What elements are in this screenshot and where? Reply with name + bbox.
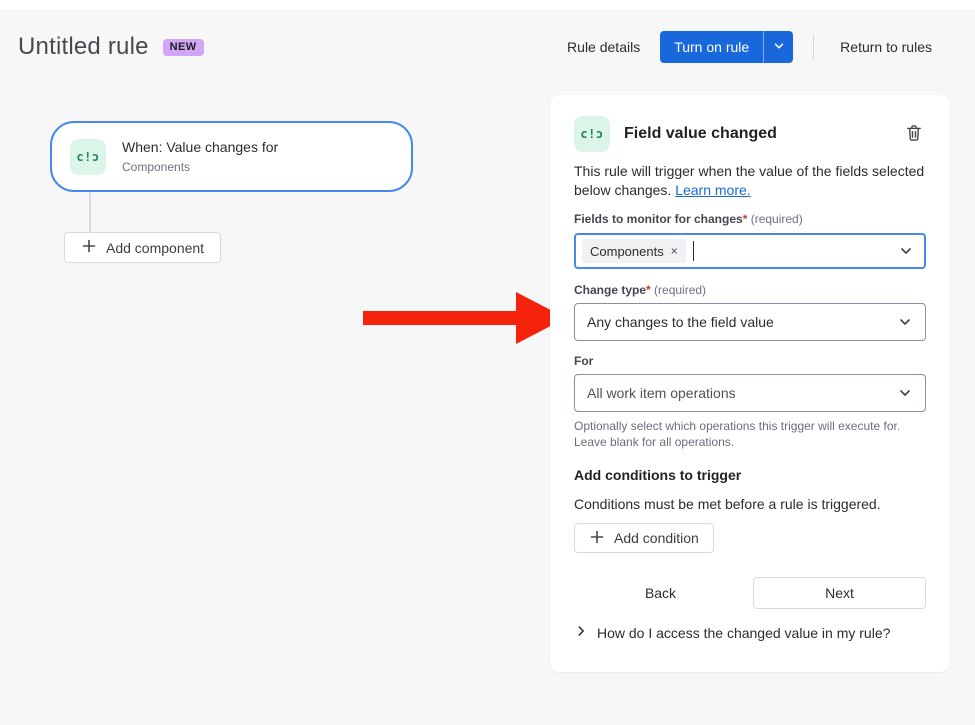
trigger-card-text: When: Value changes for Components: [122, 138, 278, 175]
add-condition-label: Add condition: [614, 530, 699, 546]
back-button[interactable]: Back: [574, 577, 747, 609]
rule-details-button[interactable]: Rule details: [561, 32, 646, 62]
remove-tag-icon[interactable]: ×: [671, 245, 678, 257]
add-condition-button[interactable]: Add condition: [574, 523, 714, 553]
panel-header: c!ɔ Field value changed: [574, 116, 926, 152]
delete-trigger-button[interactable]: [902, 121, 926, 148]
conditions-description: Conditions must be met before a rule is …: [574, 496, 881, 512]
panel-title: Field value changed: [624, 125, 777, 142]
change-type-select[interactable]: Any changes to the field value: [574, 303, 926, 341]
chevron-down-icon: [897, 314, 913, 330]
label-text: Change type: [574, 283, 647, 297]
return-to-rules-button[interactable]: Return to rules: [834, 32, 938, 62]
chevron-down-icon: [772, 39, 786, 56]
turn-on-rule-dropdown-button[interactable]: [763, 31, 794, 63]
fields-to-monitor-label: Fields to monitor for changes* (required…: [574, 212, 926, 227]
label-text: Fields to monitor for changes: [574, 212, 743, 226]
help-line: Optionally select which operations this …: [574, 419, 901, 433]
conditions-title: Add conditions to trigger: [574, 467, 742, 483]
plus-icon: [589, 529, 605, 548]
config-panel: c!ɔ Field value changed This rule will t…: [550, 95, 950, 672]
fields-to-monitor-input[interactable]: Components ×: [574, 233, 926, 269]
label-text: For: [574, 354, 594, 368]
text-cursor: [692, 241, 695, 261]
for-value: All work item operations: [587, 385, 736, 401]
trigger-card[interactable]: c!ɔ When: Value changes for Components: [50, 121, 413, 192]
required-asterisk: *: [742, 212, 748, 226]
chevron-down-icon[interactable]: [898, 243, 914, 259]
page-title: Untitled rule: [18, 33, 149, 60]
trigger-card-title: When: Value changes for: [122, 139, 279, 155]
learn-more-link[interactable]: Learn more.: [675, 182, 750, 198]
faq-label: How do I access the changed value in my …: [597, 624, 891, 641]
field-value-changed-icon: c!ɔ: [70, 138, 106, 175]
new-badge: NEW: [162, 38, 204, 56]
for-label: For: [574, 354, 926, 369]
change-type-value: Any changes to the field value: [587, 314, 774, 330]
for-help-text: Optionally select which operations this …: [574, 418, 926, 450]
icon-glyph: c!ɔ: [76, 149, 100, 164]
add-component-button[interactable]: Add component: [64, 232, 222, 263]
add-component-label: Add component: [106, 239, 205, 256]
panel-description: This rule will trigger when the value of…: [574, 162, 926, 200]
top-strip: [0, 0, 975, 9]
red-arrow-annotation: [363, 292, 566, 344]
page-header: Untitled rule NEW Rule details Turn on r…: [18, 30, 938, 64]
required-asterisk: *: [646, 283, 651, 297]
trigger-card-subtitle: Components: [122, 160, 191, 174]
turn-on-rule-button[interactable]: Turn on rule: [660, 31, 764, 63]
for-operations-select[interactable]: All work item operations: [574, 374, 926, 412]
header-actions: Rule details Turn on rule Return to rule…: [561, 31, 938, 63]
required-suffix: (required): [750, 212, 803, 226]
components-tag: Components ×: [582, 239, 686, 263]
help-line: Leave blank for all operations.: [574, 435, 735, 449]
icon-glyph: c!ɔ: [580, 127, 604, 141]
required-suffix: (required): [654, 283, 707, 297]
trash-icon: [904, 123, 924, 146]
chevron-down-icon: [897, 385, 913, 401]
header-divider: [813, 34, 815, 60]
connector-line: [89, 192, 91, 233]
turn-on-rule-split-button: Turn on rule: [660, 31, 794, 63]
next-button[interactable]: Next: [753, 577, 926, 609]
chevron-right-icon: [574, 624, 588, 641]
tag-label: Components: [590, 243, 664, 259]
change-type-label: Change type* (required): [574, 283, 926, 298]
field-value-changed-icon: c!ɔ: [574, 116, 610, 152]
panel-footer: Back Next: [574, 577, 926, 609]
faq-disclosure[interactable]: How do I access the changed value in my …: [574, 624, 926, 641]
plus-icon: [81, 238, 97, 257]
